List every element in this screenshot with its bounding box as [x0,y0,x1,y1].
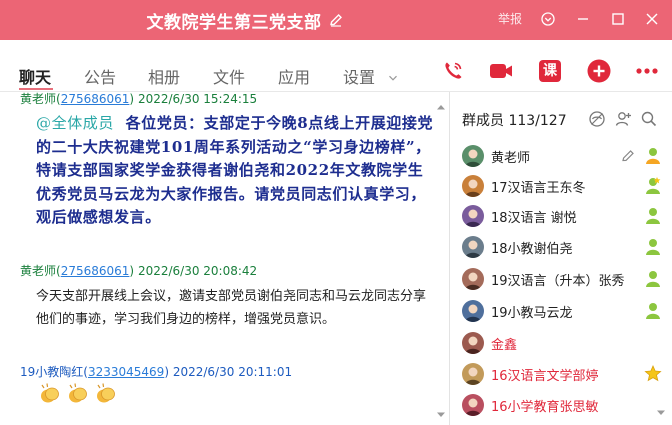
edit-icon[interactable] [620,148,636,164]
report-button[interactable]: 举报 [498,10,522,27]
sender-name[interactable]: 19小教陶红 [20,365,83,379]
member-name: 金鑫 [491,337,518,353]
video-call-icon[interactable] [488,58,514,84]
edit-title-icon[interactable] [328,12,344,28]
qq-close: ) [164,365,170,379]
maximize-icon[interactable] [607,8,629,30]
avatar [462,145,484,167]
message-header: 19小教陶红(3233045469) 2022/6/30 20:11:01 [20,363,292,380]
avatar [462,268,484,290]
members-panel: 群成员 113/127 黄老师 17汉语言王东冬 18汉语言 谢悦 18小教谢伯… [450,92,672,425]
close-icon[interactable] [641,8,663,30]
clapping-hands-icon [41,383,59,403]
emoji-row [38,382,118,406]
tab-settings[interactable]: 设置 [343,64,375,88]
member-item[interactable]: 16汉语言文学部婷 [462,361,662,387]
qq-number[interactable]: 3233045469 [88,365,164,379]
window-title: 文教院学生第三党支部 [146,12,322,33]
qq-number[interactable]: 275686061 [61,264,130,278]
search-icon[interactable] [640,110,658,128]
admin-badge-icon [644,176,662,196]
member-badge-icon [644,206,662,226]
add-member-icon[interactable] [614,110,632,128]
member-name: 19汉语言（升本）张秀 [491,273,625,289]
member-badge-icon [644,269,662,289]
title-wrap: 文教院学生第三党支部 [0,0,490,40]
avatar [462,236,484,258]
course-label: 课 [543,63,557,79]
active-tab-indicator [19,88,53,90]
clapping-hands-icon [69,383,87,403]
member-badge-icon [644,237,662,257]
member-name: 17汉语言王东冬 [491,180,586,196]
avatar [462,205,484,227]
sender-name[interactable]: 黄老师 [20,92,56,106]
avatar [462,300,484,322]
message-header: 黄老师(275686061) 2022/6/30 20:08:42 [20,262,257,279]
member-item[interactable]: 16小学教育张思敏 [462,392,662,418]
member-name: 18小教谢伯尧 [491,241,573,257]
member-name: 黄老师 [491,150,531,166]
avatar [462,394,484,416]
member-item[interactable]: 18小教谢伯尧 [462,234,662,260]
clapping-hands-icon [97,383,115,403]
avatar [462,332,484,354]
phone-call-icon[interactable] [440,58,466,84]
tab-announcements[interactable]: 公告 [84,64,116,88]
member-name: 16汉语言文学部婷 [491,368,599,384]
sender-name[interactable]: 黄老师 [20,264,56,278]
message-header: 黄老师(275686061) 2022/6/30 15:24:15 [20,92,257,107]
chat-pane[interactable]: 黄老师(275686061) 2022/6/30 15:24:15 @全体成员 … [0,92,449,425]
chevron-down-icon[interactable] [388,68,398,81]
member-item[interactable]: 19汉语言（升本）张秀 [462,266,662,292]
message-time: 2022/6/30 15:24:15 [137,92,258,106]
course-icon[interactable]: 课 [537,58,563,84]
more-icon[interactable] [634,58,660,84]
message-text: @全体成员 各位党员：支部定于今晚8点线上开展迎接党的二十大庆祝建党101周年系… [36,112,436,230]
chevron-down-icon[interactable] [537,8,559,30]
owner-badge-icon [644,146,662,166]
member-badge-icon [644,301,662,321]
star-badge-icon [644,364,662,384]
tab-apps[interactable]: 应用 [278,64,310,88]
member-item[interactable]: 金鑫 [462,330,662,356]
mention-all[interactable]: @全体成员 [36,114,114,132]
message-time: 2022/6/30 20:08:42 [137,264,258,278]
scroll-down-icon[interactable] [436,404,446,423]
title-bar: 文教院学生第三党支部 举报 [0,0,672,40]
member-item[interactable]: 黄老师 [462,143,662,169]
members-count-title: 群成员 113/127 [462,113,567,129]
avatar [462,175,484,197]
member-item[interactable]: 19小教马云龙 [462,298,662,324]
tab-files[interactable]: 文件 [213,64,245,88]
qq-close: ) [129,264,135,278]
minimize-icon[interactable] [572,8,594,30]
tab-bar: 聊天 公告 相册 文件 应用 设置 课 [0,40,672,92]
message-text: 今天支部开展线上会议，邀请支部党员谢伯尧同志和马云龙同志分享他们的事迹，学习我们… [36,289,427,327]
member-item[interactable]: 18汉语言 谢悦 [462,203,662,229]
qq-close: ) [129,92,135,106]
member-item[interactable]: 17汉语言王东冬 [462,173,662,199]
avatar [462,363,484,385]
member-name: 16小学教育张思敏 [491,399,599,415]
member-name: 18汉语言 谢悦 [491,210,577,226]
add-icon[interactable] [586,58,612,84]
member-name: 19小教马云龙 [491,305,573,321]
hide-icon[interactable] [588,110,606,128]
message-time: 2022/6/30 20:11:01 [172,365,293,379]
tab-chat[interactable]: 聊天 [19,64,51,88]
qq-number[interactable]: 275686061 [61,92,130,106]
scroll-up-icon[interactable] [436,96,446,115]
tab-album[interactable]: 相册 [148,64,180,88]
scroll-down-icon[interactable] [656,402,666,421]
